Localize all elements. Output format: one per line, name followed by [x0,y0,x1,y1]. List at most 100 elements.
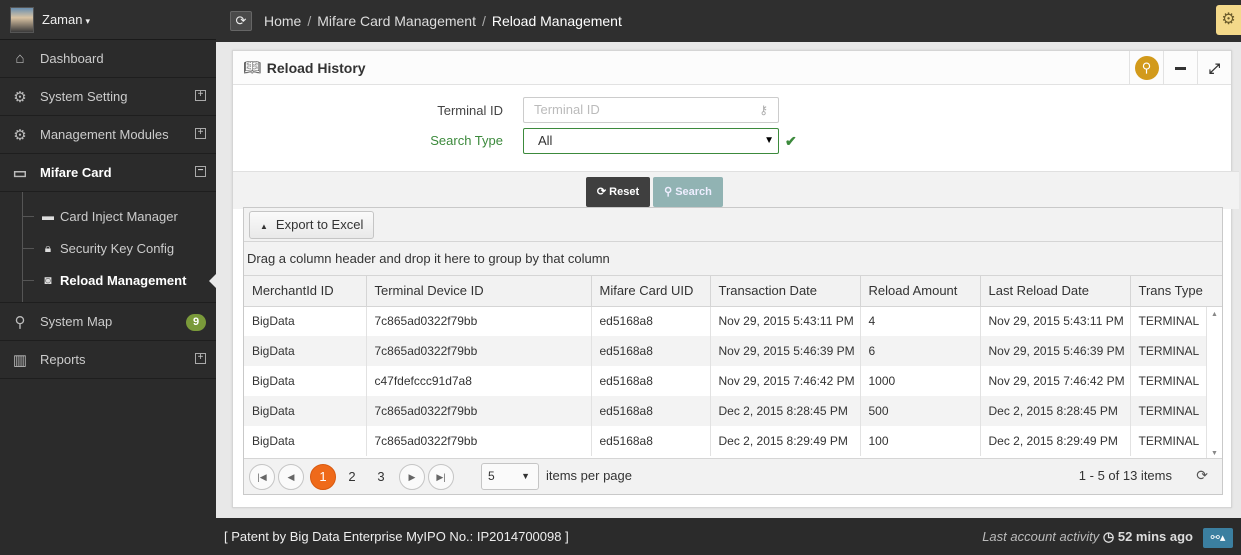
collapse-panel-button[interactable] [1163,51,1197,85]
sidebar-submenu: ▬ Card Inject Manager 🔒︎ Security Key Co… [0,192,216,303]
table-cell: ed5168a8 [591,396,711,426]
header-row: MerchantId ID Terminal Device ID Mifare … [244,276,1207,307]
column-header-transaction-date[interactable]: Transaction Date [710,276,861,307]
fullscreen-button[interactable]: ⤢ [1197,51,1231,85]
sidebar: Zaman ▾ ⌂ Dashboard ⚙ System Setting + ⚙ … [0,0,216,555]
search-button[interactable]: ⚲ Search [653,177,723,207]
table-cell: Nov 29, 2015 7:46:42 PM [980,366,1131,396]
table-cell: BigData [244,396,367,426]
page-3-button[interactable]: 3 [368,464,394,490]
pager: |◀ ◀ 1 2 3 ▶ ▶| 5 ▼ items per page 1 - 5… [244,458,1222,494]
table-cell: Nov 29, 2015 7:46:42 PM [710,366,861,396]
sidebar-item-label: Reports [40,352,86,367]
book-icon: 📖︎ [243,59,261,75]
page-2-button[interactable]: 2 [339,464,365,490]
sidebar-item-label: System Setting [40,89,128,104]
table-cell: 500 [860,396,981,426]
sidebar-item-management-modules[interactable]: ⚙ Management Modules + [0,116,216,154]
home-icon: ⌂ [15,50,25,67]
valid-check-icon: ✔ [785,133,797,149]
minus-icon [1175,66,1186,70]
sidebar-item-system-map[interactable]: ⚲ System Map 9 [0,303,216,341]
next-page-icon: ▶ [408,472,416,482]
shortcuts-button[interactable]: ⚯▴ [1203,528,1233,548]
sidebar-subitem-reload-management[interactable]: ◙ Reload Management [0,264,216,296]
search-label: Search [675,186,712,198]
table-cell: 7c865ad0322f79bb [366,336,592,366]
prev-page-button[interactable]: ◀ [278,464,304,490]
refresh-button[interactable]: ⟳ [230,11,252,31]
column-header-merchant-id[interactable]: MerchantId ID [244,276,367,307]
breadcrumb-separator: / [482,13,486,29]
first-page-button[interactable]: |◀ [249,464,275,490]
table-cell: c47fdefccc91d7a8 [366,366,592,396]
terminal-id-input[interactable]: Terminal ID ⚷ [523,97,779,123]
table-cell: BigData [244,426,367,456]
breadcrumb-home[interactable]: Home [264,13,301,29]
breadcrumb: Home / Mifare Card Management / Reload Manag… [264,13,622,29]
patent-text: [ Patent by Big Data Enterprise MyIPO No… [224,529,569,544]
sidebar-item-mifare-card[interactable]: ▭ Mifare Card − [0,154,216,192]
sidebar-item-reports[interactable]: ▥ Reports + [0,341,216,379]
dropdown-arrow-icon: ▼ [521,471,530,481]
reset-button[interactable]: ⟳ Reset [586,177,650,207]
column-header-reload-amount[interactable]: Reload Amount [860,276,981,307]
settings-button[interactable]: ⚙ [1216,5,1241,35]
breadcrumb-section[interactable]: Mifare Card Management [317,13,476,29]
pager-info: 1 - 5 of 13 items [1078,468,1172,483]
page-size-select[interactable]: 5 ▼ [481,463,539,490]
column-header-trans-type[interactable]: Trans Type [1130,276,1207,307]
refresh-icon: ⟳ [235,13,247,28]
clock-icon: ◷ [1102,529,1115,544]
table-cell: 7c865ad0322f79bb [366,396,592,426]
prev-page-icon: ◀ [287,472,295,482]
breadcrumb-current: Reload Management [491,13,622,29]
toggle-search-button[interactable]: ⚲ [1129,51,1163,85]
table-cell: BigData [244,366,367,396]
last-page-button[interactable]: ▶| [428,464,454,490]
expand-icon[interactable]: + [195,90,206,101]
gears-icon: ⚙ [13,88,27,106]
next-page-button[interactable]: ▶ [399,464,425,490]
collapse-icon[interactable]: − [195,166,206,177]
table-cell: ed5168a8 [591,426,711,456]
sidebar-subitem-security-key-config[interactable]: 🔒︎ Security Key Config [0,232,216,264]
last-activity-label: Last account activity [982,529,1100,544]
column-header-mifare-card-uid[interactable]: Mifare Card UID [591,276,711,307]
column-header-terminal-device-id[interactable]: Terminal Device ID [366,276,592,307]
page-1-button[interactable]: 1 [310,464,336,490]
expand-icon[interactable]: + [195,128,206,139]
expand-icon[interactable]: + [195,353,206,364]
footer: [ Patent by Big Data Enterprise MyIPO No… [216,518,1241,555]
terminal-id-label: Terminal ID [437,103,503,118]
data-table: MerchantId ID Terminal Device ID Mifare … [244,276,1207,456]
user-menu[interactable]: Zaman ▾ [0,0,216,40]
table-row[interactable]: BigData 7c865ad0322f79bb ed5168a8 Nov 29, 2… [244,336,1207,366]
sidebar-item-label: Mifare Card [40,165,112,180]
export-to-excel-button[interactable]: ▲ Export to Excel [249,211,375,239]
column-header-last-reload-date[interactable]: Last Reload Date [980,276,1131,307]
scroll-down-icon[interactable]: ▼ [1211,450,1218,457]
refresh-icon[interactable]: ⟳ [1196,467,1208,484]
table-row[interactable]: BigData 7c865ad0322f79bb ed5168a8 Nov 29, 2… [244,306,1207,336]
search-type-select[interactable]: All ▼ [523,128,779,154]
sidebar-subitem-card-inject-manager[interactable]: ▬ Card Inject Manager [0,200,216,232]
card-icon: ▬ [42,209,54,223]
gear-icon: ⚙ [1221,11,1236,28]
table-row[interactable]: BigData 7c865ad0322f79bb ed5168a8 Dec 2, 20… [244,426,1207,456]
table-cell: TERMINAL [1130,336,1207,366]
sidebar-item-system-setting[interactable]: ⚙ System Setting + [0,78,216,116]
scroll-up-icon[interactable]: ▲ [1211,311,1218,318]
gears-icon: ⚙ [13,126,27,144]
group-drop-area[interactable]: Drag a column header and drop it here to… [244,242,1222,276]
table-row[interactable]: BigData c47fdefccc91d7a8 ed5168a8 Nov 29, 2… [244,366,1207,396]
per-page-label: items per page [546,468,632,483]
key-icon: ⚷ [759,103,768,117]
user-name: Zaman [42,12,83,27]
sidebar-item-dashboard[interactable]: ⌂ Dashboard [0,40,216,78]
table-row[interactable]: BigData 7c865ad0322f79bb ed5168a8 Dec 2, 20… [244,396,1207,426]
terminal-id-placeholder: Terminal ID [534,102,600,117]
breadcrumb-separator: / [307,13,312,29]
vertical-scrollbar[interactable]: ▲ ▼ [1206,309,1222,459]
table-cell: 1000 [860,366,981,396]
